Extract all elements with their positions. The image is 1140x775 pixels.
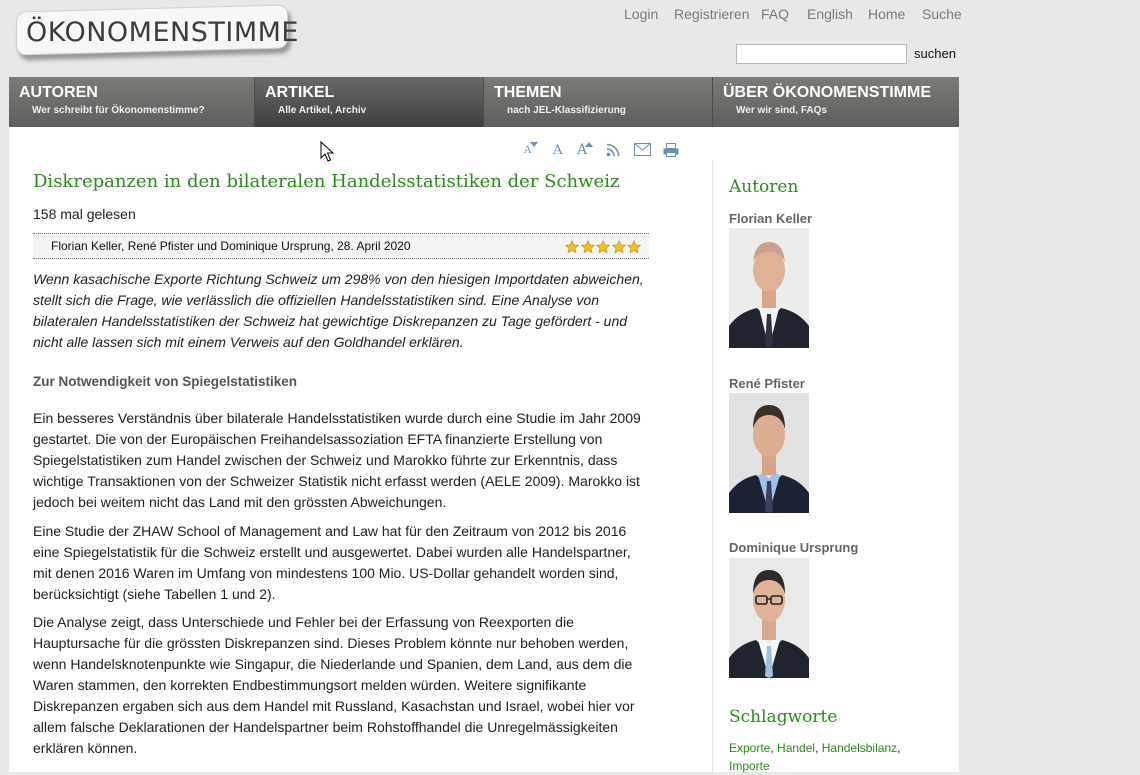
article-lead: Wenn kasachische Exporte Richtung Schwei… bbox=[33, 271, 644, 350]
nav-item-autoren[interactable]: AUTOREN Wer schreibt für Ökonomenstimme? bbox=[9, 77, 255, 127]
author-photo[interactable] bbox=[729, 228, 809, 348]
tag-list: Exporte, Handel, Handelsbilanz, Importe bbox=[729, 741, 901, 773]
star-icon[interactable] bbox=[611, 240, 626, 254]
paragraph: Eine Studie der ZHAW School of Managemen… bbox=[33, 523, 631, 602]
nav-item-title: THEMEN bbox=[494, 84, 562, 101]
read-count: 158 mal gelesen bbox=[33, 206, 136, 222]
logo-text: ÖKONOMENSTIMME bbox=[26, 17, 299, 48]
article-tools: A A A bbox=[522, 142, 682, 158]
section-heading: Zur Notwendigkeit von Spiegelstatistiken bbox=[33, 374, 298, 389]
star-icon[interactable] bbox=[565, 240, 579, 254]
english-link[interactable]: English bbox=[807, 6, 853, 22]
tag-link[interactable]: Importe bbox=[729, 759, 770, 773]
sidebar-divider bbox=[712, 160, 713, 772]
tags-heading: Schlagworte bbox=[729, 707, 838, 727]
star-icon[interactable] bbox=[596, 240, 610, 254]
star-icon[interactable] bbox=[580, 240, 595, 254]
authors-heading: Autoren bbox=[729, 177, 799, 197]
font-normal-icon[interactable]: A bbox=[553, 143, 562, 158]
author-photo[interactable] bbox=[729, 558, 809, 678]
nav-item-title: ÜBER ÖKONOMENSTIMME bbox=[723, 84, 931, 101]
tag-link[interactable]: Handelsbilanz bbox=[822, 741, 897, 755]
login-link[interactable]: Login bbox=[624, 6, 658, 22]
byline-text[interactable]: Florian Keller, René Pfister und Dominiq… bbox=[51, 239, 411, 253]
nav-item-title: ARTIKEL bbox=[265, 84, 335, 101]
nav-item-title: AUTOREN bbox=[19, 84, 98, 101]
nav-item-artikel[interactable]: ARTIKEL Alle Artikel, Archiv bbox=[255, 77, 484, 127]
star-rating[interactable] bbox=[565, 240, 641, 254]
main-nav: AUTOREN Wer schreibt für Ökonomenstimme?… bbox=[9, 77, 959, 127]
author-name[interactable]: Dominique Ursprung bbox=[729, 540, 858, 555]
nav-item-subtitle: Alle Artikel, Archiv bbox=[278, 105, 367, 116]
nav-item-subtitle: nach JEL-Klassifizierung bbox=[507, 105, 626, 116]
paragraph: Ein besseres Verständnis über bilaterale… bbox=[33, 410, 641, 510]
tag-link[interactable]: Handel bbox=[777, 741, 815, 755]
search-button[interactable]: suchen bbox=[914, 46, 956, 61]
top-links: Login Registrieren FAQ English Home Such… bbox=[600, 6, 962, 24]
rss-icon[interactable] bbox=[606, 143, 620, 157]
article-byline: Florian Keller, René Pfister und Dominiq… bbox=[33, 233, 649, 259]
register-link[interactable]: Registrieren bbox=[674, 6, 749, 22]
faq-link[interactable]: FAQ bbox=[761, 6, 789, 22]
home-link[interactable]: Home bbox=[868, 6, 905, 22]
nav-item-ueber[interactable]: ÜBER ÖKONOMENSTIMME Wer wir sind, FAQs bbox=[713, 77, 959, 127]
article-title: Diskrepanzen in den bilateralen Handelss… bbox=[33, 171, 620, 192]
paragraph: Die Analyse zeigt, dass Unterschiede und… bbox=[33, 614, 635, 756]
author-photo[interactable] bbox=[729, 393, 809, 513]
arrow-up-icon bbox=[585, 142, 593, 147]
mouse-cursor-icon bbox=[320, 141, 334, 162]
author-name[interactable]: René Pfister bbox=[729, 376, 805, 391]
search-link[interactable]: Suche bbox=[922, 6, 962, 22]
search-input[interactable] bbox=[736, 44, 907, 64]
author-name[interactable]: Florian Keller bbox=[729, 211, 812, 226]
email-icon[interactable] bbox=[634, 143, 651, 156]
nav-item-subtitle: Wer schreibt für Ökonomenstimme? bbox=[32, 105, 205, 116]
site-logo[interactable]: ÖKONOMENSTIMME bbox=[12, 4, 298, 58]
star-icon[interactable] bbox=[627, 240, 641, 254]
nav-item-subtitle: Wer wir sind, FAQs bbox=[736, 105, 827, 116]
tag-link[interactable]: Exporte bbox=[729, 741, 770, 755]
nav-item-themen[interactable]: THEMEN nach JEL-Klassifizierung bbox=[484, 77, 713, 127]
arrow-down-icon bbox=[530, 142, 538, 147]
print-icon[interactable] bbox=[663, 143, 679, 157]
